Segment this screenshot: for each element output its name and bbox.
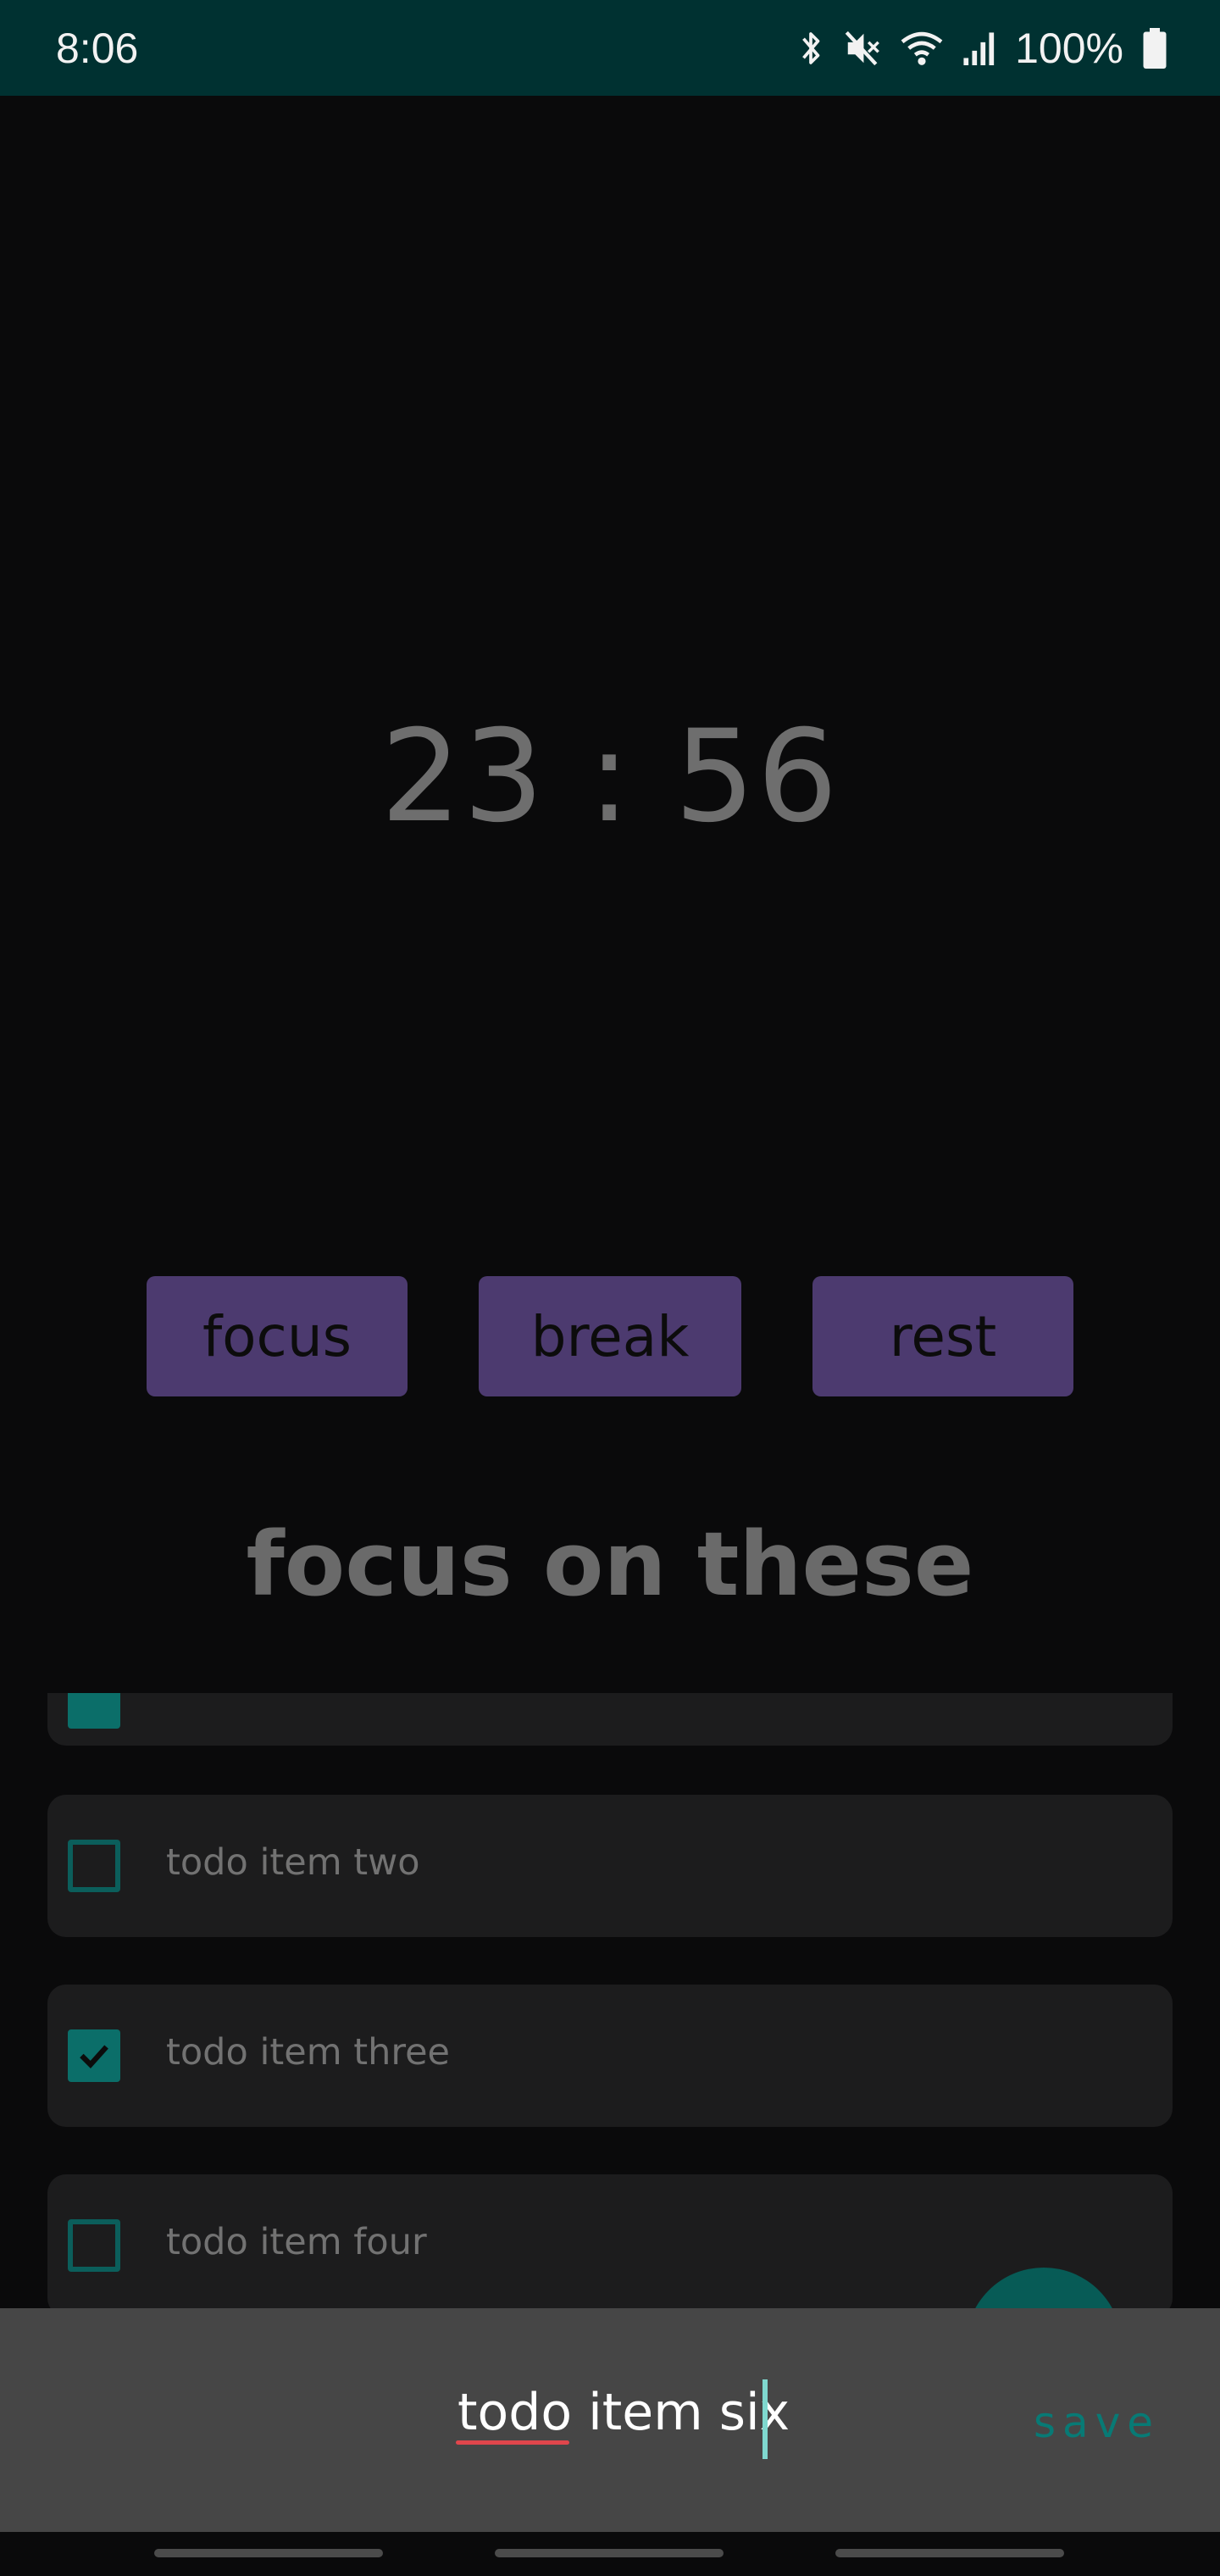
signal-icon	[962, 29, 996, 68]
todo-label: todo item two	[166, 1841, 420, 1884]
bluetooth-icon	[796, 29, 825, 68]
todo-checkbox[interactable]	[68, 2219, 120, 2272]
nav-handle-left[interactable]	[154, 2549, 383, 2557]
break-button[interactable]: break	[479, 1276, 741, 1396]
todo-label: todo item three	[166, 2031, 451, 2074]
todo-item[interactable]: todo item two	[47, 1795, 1173, 1937]
nav-handle-right[interactable]	[835, 2549, 1064, 2557]
save-button[interactable]: save	[1034, 2398, 1160, 2447]
section-title: focus on these	[246, 1513, 974, 1616]
battery-icon	[1142, 27, 1167, 69]
rest-button[interactable]: rest	[812, 1276, 1073, 1396]
todo-label: todo item four	[166, 2221, 427, 2263]
todo-checkbox[interactable]	[68, 2029, 120, 2082]
todo-checkbox[interactable]	[68, 1693, 120, 1729]
text-cursor	[762, 2379, 768, 2459]
status-bar: 8:06 100%	[0, 0, 1220, 96]
checkmark-icon	[80, 2045, 108, 2068]
todo-list[interactable]: todo item two todo item three todo item …	[0, 1693, 1220, 2308]
timer-display: 23 : 56	[380, 703, 840, 851]
mute-icon	[844, 29, 881, 68]
battery-percent: 100%	[1015, 24, 1123, 72]
todo-checkbox[interactable]	[68, 1840, 120, 1892]
status-icons: 100%	[796, 24, 1167, 73]
new-todo-input[interactable]: todo item six	[458, 2383, 790, 2442]
focus-button[interactable]: focus	[147, 1276, 408, 1396]
nav-handle-center[interactable]	[495, 2549, 724, 2557]
spellcheck-underline	[456, 2440, 569, 2445]
status-time: 8:06	[56, 24, 139, 72]
wifi-icon	[900, 29, 944, 68]
todo-item[interactable]: todo item three	[47, 1985, 1173, 2127]
todo-item[interactable]	[47, 1693, 1173, 1746]
